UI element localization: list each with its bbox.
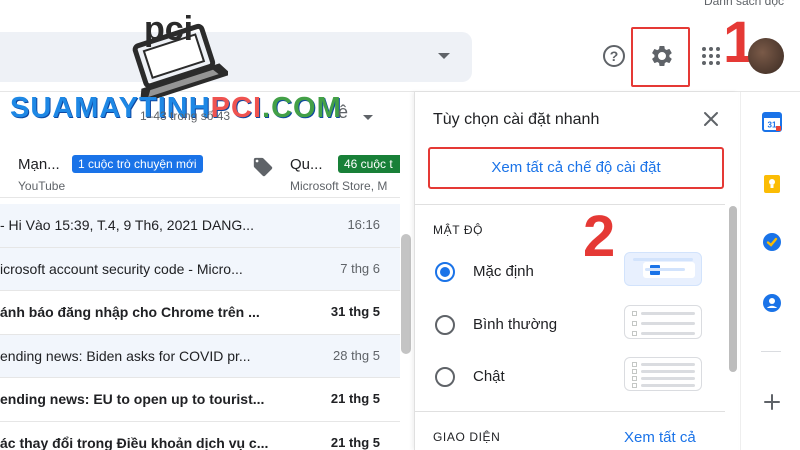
email-subject: ác thay đổi trong Điều khoản dịch vụ c..… xyxy=(0,434,269,450)
pager-dropdown-label[interactable]: ê xyxy=(338,102,348,123)
apps-grid-icon[interactable] xyxy=(702,47,720,65)
search-bar[interactable] xyxy=(0,32,472,82)
density-option-default[interactable]: Mặc định xyxy=(415,246,725,298)
see-all-settings-highlight: Xem tất cả chế độ cài đặt xyxy=(428,147,724,189)
email-date: 7 thg 6 xyxy=(340,260,380,276)
category-sub-social: YouTube xyxy=(18,179,66,193)
radio-selected[interactable] xyxy=(435,262,455,282)
density-heading: MẬT ĐỘ xyxy=(433,223,484,237)
email-date: 16:16 xyxy=(347,217,380,232)
density-preview-comfortable xyxy=(624,305,702,339)
density-label: Bình thường xyxy=(473,316,558,333)
email-row[interactable]: - Hi Vào 15:39, T.4, 9 Th6, 2021 DANG...… xyxy=(0,204,400,248)
pager-dropdown-icon[interactable] xyxy=(363,115,373,120)
tasks-icon[interactable] xyxy=(762,232,782,252)
radio-unselected[interactable] xyxy=(435,315,455,335)
email-row[interactable]: ending news: Biden asks for COVID pr... … xyxy=(0,334,400,378)
calendar-icon[interactable]: 31 xyxy=(762,112,782,132)
theme-heading: GIAO DIỆN xyxy=(433,430,501,444)
email-rows: - Hi Vào 15:39, T.4, 9 Th6, 2021 DANG...… xyxy=(0,204,400,450)
category-title-promotions[interactable]: Qu... xyxy=(290,156,323,173)
contacts-icon[interactable] xyxy=(762,293,782,313)
email-subject: ánh báo đăng nhập cho Chrome trên ... xyxy=(0,304,260,320)
gear-icon[interactable] xyxy=(650,44,674,68)
pci-logo: pci xyxy=(132,10,228,100)
search-options-icon[interactable] xyxy=(438,53,450,59)
help-icon[interactable]: ? xyxy=(603,45,625,67)
density-preview-default xyxy=(624,252,702,286)
category-badge-social: 1 cuộc trò chuyện mới xyxy=(72,155,203,173)
reading-list-label[interactable]: Danh sách đọc xyxy=(704,0,784,8)
email-date: 21 thg 5 xyxy=(330,434,380,450)
density-option-comfortable[interactable]: Bình thường xyxy=(415,299,725,351)
top-bar: Danh sách đọc ? 1 xyxy=(0,0,800,92)
email-subject: - Hi Vào 15:39, T.4, 9 Th6, 2021 DANG... xyxy=(0,217,254,233)
calendar-day: 31 xyxy=(768,121,777,130)
email-date: 21 thg 5 xyxy=(330,391,380,406)
email-row[interactable]: icrosoft account security code - Micro..… xyxy=(0,247,400,291)
density-preview-compact xyxy=(624,357,702,391)
email-subject: ending news: Biden asks for COVID pr... xyxy=(0,347,251,364)
keep-icon[interactable] xyxy=(762,174,782,194)
divider xyxy=(415,204,725,205)
side-panel: 31 xyxy=(740,92,800,450)
quick-settings-panel: Tùy chọn cài đặt nhanh Xem tất cả chế độ… xyxy=(414,92,738,450)
pci-logo-text: pci xyxy=(144,10,193,48)
email-row[interactable]: ác thay đổi trong Điều khoản dịch vụ c..… xyxy=(0,422,400,450)
density-label: Chật xyxy=(473,368,505,385)
avatar[interactable] xyxy=(748,38,784,74)
divider xyxy=(761,351,781,352)
tag-icon xyxy=(253,157,273,177)
quick-settings-title: Tùy chọn cài đặt nhanh xyxy=(433,111,600,128)
pager-text: 1–43 trong số 43 xyxy=(140,109,231,123)
category-sub-promotions: Microsoft Store, M xyxy=(290,179,388,193)
email-subject: icrosoft account security code - Micro..… xyxy=(0,260,243,277)
theme-see-all-link[interactable]: Xem tất cả xyxy=(624,429,696,446)
email-row[interactable]: ánh báo đăng nhập cho Chrome trên ... 31… xyxy=(0,291,400,335)
see-all-settings-button[interactable]: Xem tất cả chế độ cài đặt xyxy=(430,149,722,187)
email-date: 28 thg 5 xyxy=(333,347,380,363)
add-icon[interactable] xyxy=(762,392,782,412)
email-date: 31 thg 5 xyxy=(330,304,380,319)
density-option-compact[interactable]: Chật xyxy=(415,351,725,403)
quick-settings-scrollbar[interactable] xyxy=(729,206,737,372)
category-tabs: Mạn... 1 cuộc trò chuyện mới YouTube Qu.… xyxy=(0,142,400,198)
divider xyxy=(415,411,725,412)
category-title-social[interactable]: Mạn... xyxy=(18,156,60,173)
email-subject: ending news: EU to open up to tourist... xyxy=(0,391,265,407)
close-icon[interactable] xyxy=(701,109,721,129)
category-badge-promotions: 46 cuộc t xyxy=(338,155,400,173)
mail-list-scrollbar[interactable] xyxy=(401,234,411,354)
top-strip: Danh sách đọc xyxy=(0,0,800,8)
radio-unselected[interactable] xyxy=(435,367,455,387)
density-label: Mặc định xyxy=(473,263,534,280)
email-row[interactable]: ending news: EU to open up to tourist...… xyxy=(0,378,400,422)
mail-list-area: 1–43 trong số 43 ê Mạn... 1 cuộc trò chu… xyxy=(0,92,412,450)
